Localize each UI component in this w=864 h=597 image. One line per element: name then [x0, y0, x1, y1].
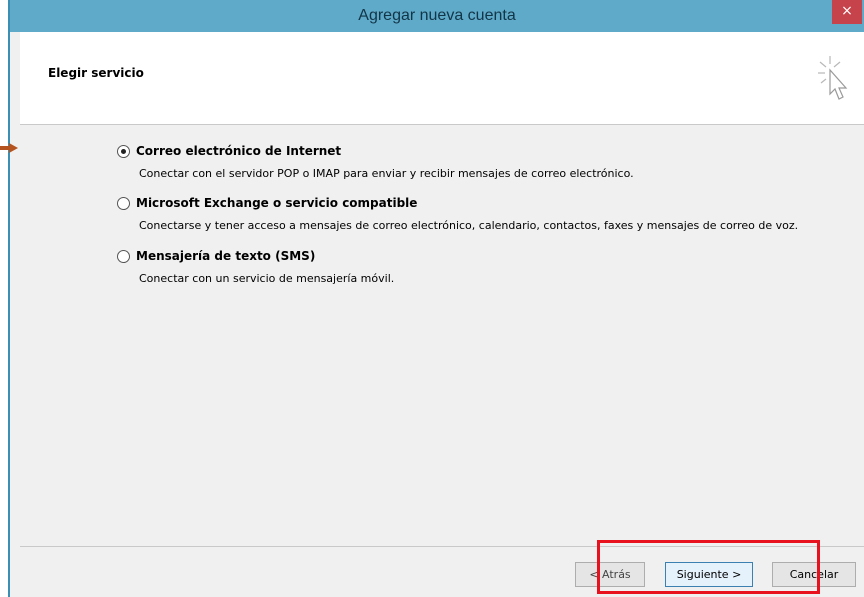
radio-exchange[interactable] — [117, 197, 130, 210]
pointer-arrow-icon — [0, 143, 18, 153]
wizard-cursor-icon — [818, 56, 848, 100]
option-label: Mensajería de texto (SMS) — [136, 249, 316, 263]
radio-sms[interactable] — [117, 250, 130, 263]
option-description: Conectarse y tener acceso a mensajes de … — [139, 219, 799, 232]
option-label: Microsoft Exchange o servicio compatible — [136, 196, 418, 210]
radio-internet-email[interactable] — [117, 145, 130, 158]
page-title: Elegir servicio — [48, 66, 144, 80]
title-bar: Agregar nueva cuenta × — [10, 0, 864, 32]
wizard-header: Elegir servicio — [20, 32, 864, 125]
option-label: Correo electrónico de Internet — [136, 144, 342, 158]
service-options: Correo electrónico de Internet Conectar … — [20, 124, 864, 546]
close-button[interactable]: × — [832, 0, 862, 24]
option-description: Conectar con un servicio de mensajería m… — [139, 272, 395, 285]
add-account-dialog: Agregar nueva cuenta × Elegir servicio C… — [8, 0, 864, 597]
window-title: Agregar nueva cuenta — [358, 7, 516, 24]
option-description: Conectar con el servidor POP o IMAP para… — [139, 167, 634, 180]
highlight-box — [597, 540, 820, 594]
